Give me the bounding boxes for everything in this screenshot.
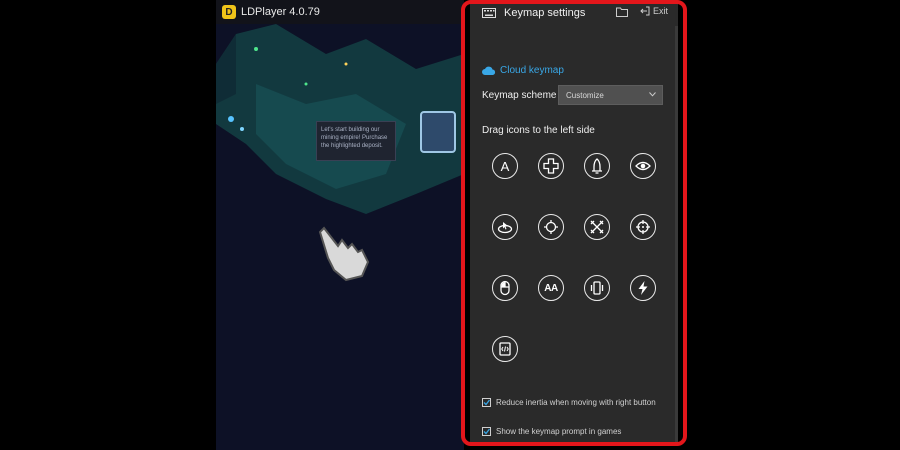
exit-button[interactable]: Exit (640, 6, 668, 16)
show-prompt-option[interactable]: Show the keymap prompt in games (482, 426, 621, 437)
exit-label: Exit (653, 6, 669, 16)
script-icon (499, 342, 511, 356)
tool-view[interactable] (630, 153, 656, 179)
tool-script[interactable] (492, 336, 518, 362)
checkmark-icon (483, 428, 490, 435)
eye-icon (635, 161, 651, 171)
radio-building-icon[interactable] (420, 111, 456, 153)
panel-scrollbar[interactable] (675, 26, 678, 446)
dpad-icon (543, 158, 559, 174)
emulator-title: LDPlayer 4.0.79 (241, 6, 320, 18)
keymap-scheme-label: Keymap scheme (482, 90, 557, 101)
cloud-icon (482, 66, 496, 75)
crossed-swords-icon (590, 220, 604, 234)
tool-aim[interactable] (492, 214, 518, 240)
tool-fire[interactable] (630, 275, 656, 301)
keymap-settings-panel: Keymap settings Exit Cloud keymap Keymap… (470, 0, 678, 446)
ldplayer-logo-icon: D (222, 5, 236, 19)
show-prompt-label: Show the keymap prompt in games (496, 427, 622, 436)
drag-icons-label: Drag icons to the left side (482, 125, 595, 136)
tool-mouse[interactable] (492, 275, 518, 301)
rotate-icon (544, 220, 558, 234)
exit-icon (640, 6, 650, 16)
lightning-icon (638, 281, 648, 295)
pointing-hand-icon (318, 226, 370, 282)
letter-a-icon: A (500, 158, 510, 174)
checkmark-icon (483, 399, 490, 406)
chevron-down-icon (649, 92, 656, 97)
folder-icon[interactable] (616, 7, 628, 17)
cloud-keymap-link[interactable]: Cloud keymap (482, 65, 564, 76)
tool-keypress[interactable]: A (492, 153, 518, 179)
phone-shake-icon (590, 281, 604, 295)
mouse-icon (500, 280, 510, 296)
emulator-window: D LDPlayer 4.0.79 Let's start building o… (216, 0, 464, 450)
tool-continuous-press[interactable]: AA (538, 275, 564, 301)
letters-aa-icon: AA (544, 282, 558, 294)
show-prompt-checkbox[interactable] (482, 427, 491, 436)
cloud-keymap-label: Cloud keymap (500, 65, 564, 76)
keyboard-icon (482, 8, 496, 18)
aim-cursor-icon (497, 222, 513, 234)
keymap-scheme-select[interactable]: Customize (558, 85, 663, 105)
reduce-inertia-option[interactable]: Reduce inertia when moving with right bu… (482, 397, 662, 408)
tool-skill[interactable] (584, 153, 610, 179)
crosshair-icon (636, 220, 650, 234)
rocket-icon (592, 158, 602, 174)
tool-gravity[interactable] (584, 275, 610, 301)
panel-title: Keymap settings (504, 7, 586, 19)
reduce-inertia-checkbox[interactable] (482, 398, 491, 407)
game-tooltip: Let's start building our mining empire! … (316, 121, 396, 161)
emulator-titlebar: D LDPlayer 4.0.79 (216, 0, 464, 24)
reduce-inertia-label: Reduce inertia when moving with right bu… (496, 398, 656, 407)
tool-attack[interactable] (584, 214, 610, 240)
tool-rotate[interactable] (538, 214, 564, 240)
tool-dpad[interactable] (538, 153, 564, 179)
tool-crosshair[interactable] (630, 214, 656, 240)
game-screen[interactable]: Let's start building our mining empire! … (216, 24, 464, 450)
keymap-scheme-value: Customize (566, 90, 604, 100)
